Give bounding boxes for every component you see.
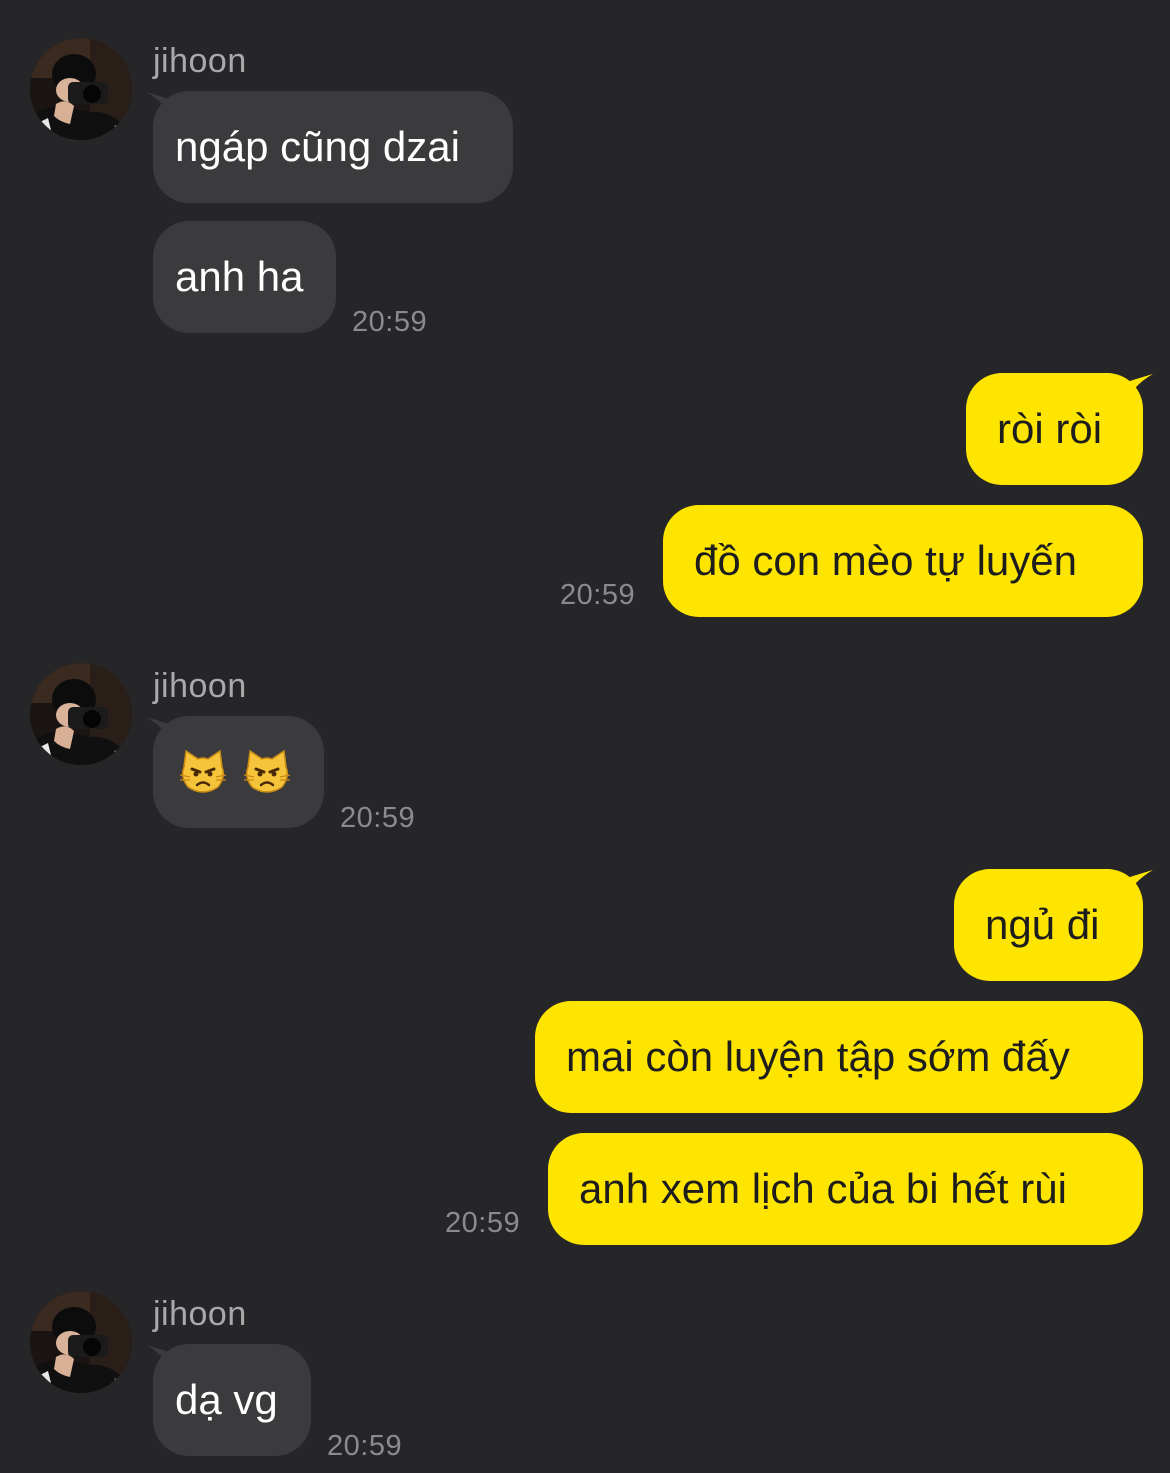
avatar-photo [30,663,132,765]
message-bubble[interactable]: anh xem lịch của bi hết rùi [548,1133,1143,1245]
message-bubble[interactable]: ròi ròi [966,373,1143,485]
message-timestamp: 20:59 [340,802,416,834]
sender-name: jihoon [153,42,247,80]
message-bubble[interactable]: dạ vg [153,1344,311,1456]
message-bubble[interactable]: anh ha [153,221,336,333]
sender-name: jihoon [153,1295,247,1333]
avatar-photo [30,1291,132,1393]
avatar[interactable] [30,38,132,140]
message-bubble[interactable]: ngáp cũng dzai [153,91,513,203]
avatar-photo [30,38,132,140]
message-timestamp: 20:59 [352,306,428,338]
message-bubble[interactable] [153,716,324,828]
message-bubble[interactable]: mai còn luyện tập sớm đấy [535,1001,1143,1113]
pouting-cat-icon [178,749,228,794]
message-timestamp: 20:59 [327,1430,403,1462]
message-timestamp: 20:59 [445,1207,521,1239]
message-bubble[interactable]: ngủ đi [954,869,1143,981]
avatar[interactable] [30,1291,132,1393]
avatar[interactable] [30,663,132,765]
message-timestamp: 20:59 [560,579,636,611]
sender-name: jihoon [153,667,247,705]
pouting-cat-icon [242,749,292,794]
message-bubble[interactable]: đồ con mèo tự luyến [663,505,1143,617]
